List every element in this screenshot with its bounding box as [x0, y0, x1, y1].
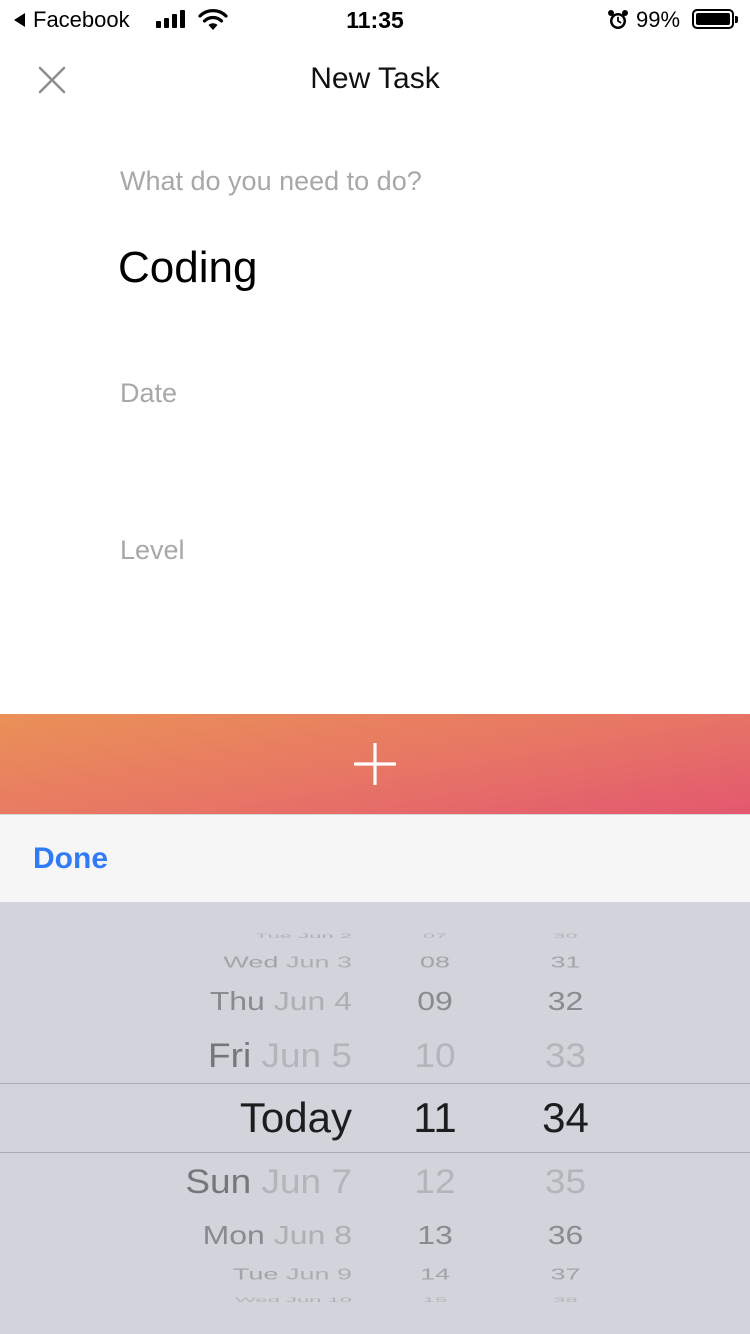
level-field[interactable] — [120, 572, 680, 632]
keyboard-toolbar: Done — [0, 814, 750, 902]
picker-day: Thu Jun 4 — [209, 986, 352, 1016]
page-title: New Task — [310, 62, 440, 95]
picker-minute: 31 — [550, 953, 581, 971]
picker-minute: 38 — [553, 1296, 578, 1304]
picker-day: Wed Jun 10 — [234, 1296, 352, 1304]
picker-minute: 30 — [553, 932, 578, 940]
picker-hour: 10 — [414, 1036, 456, 1074]
date-field[interactable] — [120, 414, 680, 474]
picker-day: Tue Jun 2 — [254, 932, 352, 940]
picker-day: Sun Jun 7 — [185, 1162, 352, 1200]
picker-hour: 09 — [417, 986, 453, 1016]
picker-hour: 11 — [413, 1094, 457, 1141]
picker-day: Mon Jun 8 — [202, 1220, 352, 1250]
alarm-clock-icon — [608, 10, 628, 29]
task-field-label: What do you need to do? — [120, 166, 422, 196]
picker-day: Fri Jun 5 — [208, 1036, 352, 1074]
picker-hour: 14 — [419, 1265, 451, 1283]
picker-day: Wed Jun 3 — [223, 953, 352, 971]
picker-minute: 35 — [544, 1162, 587, 1200]
done-button[interactable]: Done — [33, 841, 108, 877]
picker-minute: 37 — [550, 1265, 581, 1283]
picker-minute: 34 — [542, 1094, 589, 1141]
plus-icon — [354, 743, 396, 785]
battery-icon — [692, 9, 738, 29]
level-field-label: Level — [120, 535, 185, 565]
picker-selection-indicator — [0, 1083, 750, 1153]
picker-hour: 08 — [419, 953, 451, 971]
battery-percentage: 99% — [636, 7, 681, 32]
picker-day: Today — [239, 1094, 352, 1141]
date-time-picker[interactable]: Tue Jun 2 07 30 Wed Jun 3 08 31 Thu Jun 4 09 32 F… — [0, 902, 750, 1334]
picker-day: Tue Jun 9 — [232, 1265, 352, 1283]
picker-hour: 15 — [422, 1296, 448, 1304]
picker-minute: 36 — [547, 1220, 584, 1250]
date-field-label: Date — [120, 378, 178, 408]
picker-minute: 32 — [547, 986, 584, 1016]
status-bar: Facebook 11:35 99% — [0, 0, 750, 40]
picker-hour: 07 — [422, 932, 448, 940]
picker-hour: 12 — [414, 1162, 456, 1200]
picker-hour: 13 — [417, 1220, 453, 1250]
task-input[interactable] — [118, 238, 678, 298]
picker-minute: 33 — [544, 1036, 587, 1074]
